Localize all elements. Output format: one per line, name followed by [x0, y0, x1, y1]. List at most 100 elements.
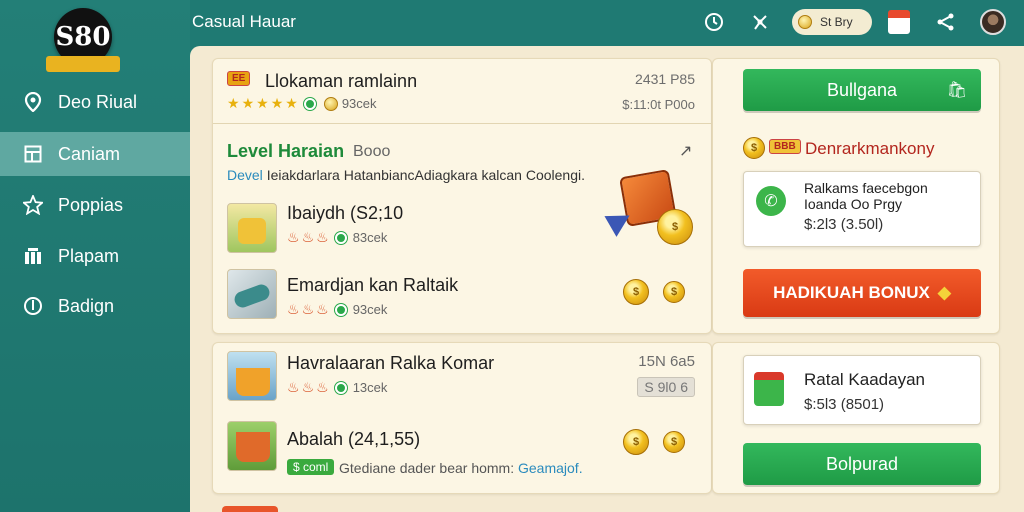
promo-badge: BBB	[769, 139, 801, 154]
expand-icon[interactable]: ↗	[679, 141, 692, 161]
item-rating: ♨ ♨ ♨ 93cek	[287, 301, 387, 318]
sidebar-item-poppias[interactable]: Poppias	[0, 183, 190, 227]
card-title: Llokaman ramlainn	[265, 71, 418, 91]
star-icon: ★	[227, 95, 240, 111]
shop-icon: 🛍	[946, 82, 967, 99]
bonus-button[interactable]: HADIKUAH BONUX ◆	[743, 269, 981, 317]
featured-card: ЕЕ Llokaman ramlainn 2431 P85 ★ ★ ★ ★ ★ 93ce…	[212, 58, 712, 334]
flame-icon: ♨	[316, 379, 329, 395]
rating-note: 93cek	[341, 96, 377, 111]
coin-icon: $	[663, 431, 685, 453]
coin-icon: $	[743, 137, 765, 159]
sidebar-item-label: Caniam	[58, 143, 121, 164]
footer-text: Gtediane dader bear homm:	[339, 460, 515, 476]
coin-icon: $	[623, 429, 649, 455]
promo-title: Denrarkmankony	[805, 139, 935, 158]
card-meta: 15N 6a5	[638, 353, 695, 370]
card-meta: 2431 P85	[635, 71, 695, 87]
location-pin-icon	[22, 91, 44, 113]
button-label: HADIKUAH BONUX	[773, 283, 930, 302]
sidebar-item-label: Badign	[58, 295, 115, 316]
bottom-tab-indicator[interactable]	[222, 506, 278, 512]
flame-icon: ♨	[287, 229, 300, 245]
status-dot-icon	[334, 303, 347, 316]
item-thumbnail[interactable]	[227, 351, 277, 401]
gift-icon[interactable]	[888, 10, 910, 34]
item-note: 93cek	[352, 302, 388, 317]
dice-illustration: $	[604, 163, 699, 253]
gift-icon	[754, 372, 784, 406]
card-price: $:11:0t P00o	[622, 97, 695, 112]
reward-title: Ratal Kaadayan	[804, 370, 925, 389]
item-thumbnail[interactable]	[227, 203, 277, 253]
sidebar-item-plapam[interactable]: Plapam	[0, 234, 190, 278]
logo-ribbon	[46, 56, 120, 72]
status-dot-icon	[334, 381, 347, 394]
offer-line-1: Ralkams faecebgon	[804, 180, 928, 196]
star-icon: ★	[285, 95, 298, 111]
item-note: 83cek	[352, 230, 388, 245]
offer-line-2: Ioanda Oo Prgy	[804, 196, 903, 212]
sidebar-item-deo-riual[interactable]: Deo Riual	[0, 80, 190, 124]
coin-icon	[798, 15, 812, 29]
sidebar-item-caniam[interactable]: Caniam	[0, 132, 190, 176]
sidebar-item-badign[interactable]: Badign	[0, 284, 190, 328]
offer-price: $:2l3 (3.50l)	[804, 216, 884, 233]
star-icon: ★	[241, 95, 255, 111]
footer-link[interactable]: Geamajof.	[518, 460, 583, 476]
coin-balance[interactable]: St Bry	[792, 9, 872, 35]
flame-icon: ♨	[287, 301, 300, 317]
flame-icon: ♨	[301, 379, 315, 395]
flame-icon: ♨	[301, 301, 315, 317]
network-icon[interactable]	[748, 10, 772, 34]
button-label: Bolpurad	[825, 453, 899, 474]
phone-icon: ✆	[756, 186, 786, 216]
share-icon[interactable]	[934, 10, 958, 34]
item-rating: ♨ ♨ ♨ 83cek	[287, 229, 387, 246]
layout-icon	[22, 143, 44, 165]
star-icon: ★	[270, 95, 284, 111]
main-panel: ЕЕ Llokaman ramlainn 2431 P85 ★ ★ ★ ★ ★ 93ce…	[190, 46, 1024, 512]
secondary-action-button[interactable]: Bolpurad	[743, 443, 981, 485]
flame-icon: ♨	[301, 229, 315, 245]
app-logo[interactable]: S80	[46, 8, 120, 78]
reward-card: Ratal Kaadayan $:5l3 (8501) Bolpurad	[712, 342, 1000, 494]
status-dot-icon	[334, 231, 347, 244]
sidebar: S80 Deo Riual Caniam Poppias Plapam Badi…	[0, 0, 190, 512]
app-title: Casual Hauar	[192, 12, 296, 31]
coin-icon: $	[623, 279, 649, 305]
price-chip[interactable]: S 9l0 6	[637, 377, 695, 397]
item-thumbnail[interactable]	[227, 269, 277, 319]
price-chip[interactable]: $ coml	[287, 459, 335, 475]
star-icon: ★	[256, 95, 269, 111]
rating-stars: ★ ★ ★ ★ ★ 93cek	[227, 95, 377, 112]
level-title: Level Haraian	[227, 141, 345, 161]
sidebar-item-label: Poppias	[58, 194, 124, 215]
item-rating: ♨ ♨ ♨ 13cek	[287, 379, 387, 396]
user-avatar[interactable]	[980, 9, 1006, 35]
item-title: Emardjan kan Raltaik	[287, 275, 459, 295]
item-thumbnail[interactable]	[227, 421, 277, 471]
flame-icon: ♨	[316, 301, 329, 317]
reward-box[interactable]: Ratal Kaadayan $:5l3 (8501)	[743, 355, 981, 425]
footer-line: Gtediane dader bear homm: Geamajof.	[339, 460, 583, 476]
coin-balance-label: St Bry	[820, 15, 853, 29]
offers-card: Bullgana 🛍 $ BBB Denrarkmankony ✆ Ralkam…	[712, 58, 1000, 334]
item-title: Abalah (24,1,55)	[287, 429, 421, 449]
level-subtitle: Booo	[353, 143, 391, 160]
grid-icon	[22, 245, 44, 267]
clock-icon[interactable]	[702, 10, 726, 34]
secondary-card: Havralaaran Ralka Komar 15N 6a5 ♨ ♨ ♨ 13ce…	[212, 342, 712, 494]
primary-action-button[interactable]: Bullgana 🛍	[743, 69, 981, 111]
card-title: Havralaaran Ralka Komar	[287, 353, 495, 373]
item-note: 13cek	[352, 380, 388, 395]
sidebar-item-label: Deo Riual	[58, 91, 138, 112]
reward-price: $:5l3 (8501)	[804, 396, 885, 413]
coin-icon: $	[657, 209, 693, 245]
divider	[213, 123, 711, 124]
status-dot-icon	[303, 97, 316, 110]
button-label: Bullgana	[826, 79, 898, 100]
badge-icon	[22, 295, 44, 317]
offer-box[interactable]: ✆ Ralkams faecebgon Ioanda Oo Prgy $:2l3…	[743, 171, 981, 247]
sidebar-item-label: Plapam	[58, 245, 120, 266]
